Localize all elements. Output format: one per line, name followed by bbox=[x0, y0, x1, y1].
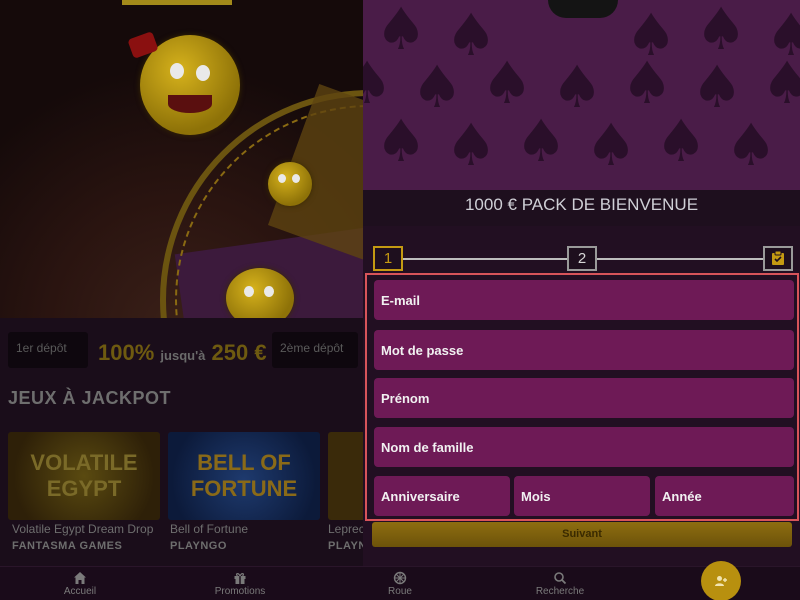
spade-icon: ♠ bbox=[761, 49, 800, 117]
spade-icon: ♠ bbox=[585, 111, 637, 179]
game-title[interactable]: Leprec bbox=[328, 522, 363, 536]
banner-top-strip bbox=[122, 0, 232, 5]
wheel-banner bbox=[0, 0, 363, 318]
birthday-day-field[interactable]: Anniversaire bbox=[374, 476, 510, 516]
game-provider: PLAYN bbox=[328, 540, 363, 552]
wheel-icon bbox=[393, 571, 407, 585]
promo-amount: 250 € bbox=[211, 340, 267, 365]
game-thumbnail[interactable]: VOLATILE EGYPT bbox=[8, 432, 160, 520]
welcome-pack-title: 1000 € PACK DE BIENVENUE bbox=[464, 195, 699, 214]
spade-icon: ♠ bbox=[695, 0, 747, 63]
spade-icon: ♠ bbox=[655, 107, 707, 175]
game-title[interactable]: Bell of Fortune bbox=[170, 522, 248, 536]
nav-label: Accueil bbox=[63, 586, 97, 597]
birthday-month-field[interactable]: Mois bbox=[514, 476, 650, 516]
nav-home[interactable]: Accueil bbox=[30, 567, 130, 600]
game-provider: PLAYNGO bbox=[170, 540, 227, 552]
nav-label: Roue bbox=[388, 586, 412, 597]
game-art-text: VOLATILE EGYPT bbox=[30, 450, 138, 501]
add-user-icon bbox=[715, 576, 727, 586]
first-name-field[interactable]: Prénom bbox=[374, 378, 794, 418]
birthday-year-field[interactable]: Année bbox=[655, 476, 794, 516]
section-title-jackpot: JEUX À JACKPOT bbox=[8, 388, 172, 408]
step-2[interactable]: 2 bbox=[567, 246, 597, 271]
page: 1er dépôt 100% jusqu'à 250 € 2ème dépôt … bbox=[0, 0, 800, 600]
nav-promotions[interactable]: Promotions bbox=[190, 567, 290, 600]
game-provider: FANTASMA GAMES bbox=[12, 540, 123, 552]
nav-label: Promotions bbox=[214, 586, 266, 597]
spade-icon: ♠ bbox=[621, 49, 673, 117]
nav-label: Recherche bbox=[535, 586, 585, 597]
registration-stepper: 1 2 bbox=[373, 246, 793, 272]
background-casino-page: 1er dépôt 100% jusqu'à 250 € 2ème dépôt … bbox=[0, 0, 363, 600]
last-name-field[interactable]: Nom de famille bbox=[374, 427, 794, 467]
game-title[interactable]: Volatile Egypt Dream Drop bbox=[12, 522, 153, 536]
gift-icon bbox=[234, 573, 246, 584]
second-deposit-tab[interactable]: 2ème dépôt bbox=[272, 332, 358, 368]
mascot-feet-image bbox=[548, 0, 618, 18]
first-deposit-tab[interactable]: 1er dépôt bbox=[8, 332, 88, 368]
spade-icon: ♠ bbox=[445, 111, 497, 179]
password-field[interactable]: Mot de passe bbox=[374, 330, 794, 370]
game-art-text: BELL OF FORTUNE bbox=[190, 450, 298, 501]
emoji-mascot bbox=[268, 162, 312, 206]
promo-up-to: jusqu'à bbox=[160, 348, 206, 363]
step-3-clipboard-icon[interactable] bbox=[763, 246, 793, 271]
game-thumbnail[interactable]: BELL OF FORTUNE bbox=[168, 432, 320, 520]
registration-panel: ♠ ♠ ♠ ♠ ♠ ♠ ♠ ♠ ♠ ♠ ♠ ♠ ♠ ♠ ♠ ♠ ♠ ♠ 1000… bbox=[363, 0, 800, 600]
spade-icon: ♠ bbox=[375, 107, 427, 175]
game-thumbnail[interactable] bbox=[328, 432, 363, 520]
deposit-promo: 100% jusqu'à 250 € bbox=[98, 340, 267, 366]
next-button[interactable]: Suivant bbox=[372, 522, 792, 547]
email-field[interactable]: E-mail bbox=[374, 280, 794, 320]
search-icon bbox=[554, 572, 567, 585]
nav-register[interactable] bbox=[701, 561, 741, 600]
spade-icon: ♠ bbox=[515, 107, 567, 175]
spade-pattern-banner: ♠ ♠ ♠ ♠ ♠ ♠ ♠ ♠ ♠ ♠ ♠ ♠ ♠ ♠ ♠ ♠ ♠ ♠ bbox=[363, 0, 800, 190]
nav-search[interactable]: Recherche bbox=[510, 567, 610, 600]
nav-wheel[interactable]: Roue bbox=[350, 567, 450, 600]
step-1[interactable]: 1 bbox=[373, 246, 403, 271]
spade-icon: ♠ bbox=[363, 49, 393, 117]
deposit-offer-bar: 1er dépôt 100% jusqu'à 250 € 2ème dépôt bbox=[0, 318, 363, 380]
spade-icon: ♠ bbox=[481, 49, 533, 117]
registration-fields-group: E-mail Mot de passe Prénom Nom de famill… bbox=[365, 273, 799, 521]
spade-icon: ♠ bbox=[725, 111, 777, 179]
home-icon bbox=[74, 572, 86, 584]
bottom-navigation: Accueil Promotions Roue Recherche bbox=[0, 561, 800, 600]
promo-percent: 100% bbox=[98, 340, 155, 365]
